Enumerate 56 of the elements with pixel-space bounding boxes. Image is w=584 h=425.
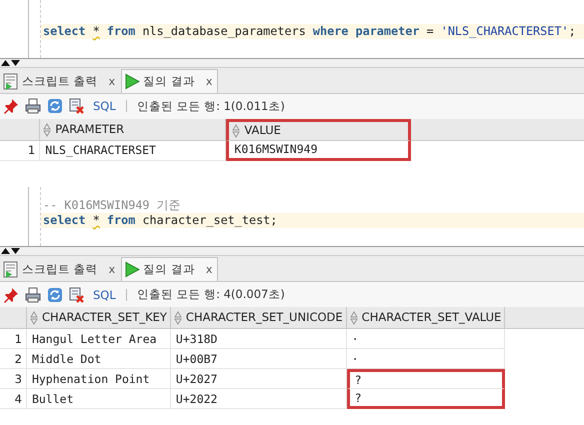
- close-tab-button[interactable]: x: [206, 74, 212, 88]
- pin-icon[interactable]: [3, 98, 19, 114]
- collapse-arrows-icon[interactable]: [1, 60, 20, 66]
- document-play-icon: [3, 72, 19, 90]
- printer-icon[interactable]: [25, 286, 41, 302]
- column-header[interactable]: PARAMETER: [40, 118, 226, 141]
- column-header[interactable]: CHARACTER_SET_VALUE: [346, 307, 506, 329]
- table-cell: ·: [346, 349, 506, 369]
- close-tab-button[interactable]: x: [108, 74, 116, 88]
- table-cell: ·: [346, 329, 506, 349]
- table-cell: U+2027: [170, 369, 347, 389]
- printer-icon[interactable]: [25, 98, 41, 114]
- collapse-arrows-icon[interactable]: [1, 248, 20, 254]
- row-number: 4: [0, 389, 27, 409]
- refresh-icon[interactable]: [47, 98, 63, 114]
- column-header[interactable]: CHARACTER_SET_KEY: [26, 307, 171, 329]
- table-cell: Bullet: [26, 389, 171, 409]
- table-cell: U+318D: [170, 329, 347, 349]
- table-cell: K016MSWIN949: [226, 140, 412, 161]
- pin-icon[interactable]: [3, 286, 19, 302]
- delete-icon[interactable]: [69, 98, 85, 114]
- delete-icon[interactable]: [69, 286, 85, 302]
- close-tab-button[interactable]: x: [108, 263, 116, 276]
- row-number: 2: [0, 349, 27, 369]
- table-cell: NLS_CHARACTERSET: [40, 140, 226, 161]
- table-cell: Middle Dot: [26, 349, 171, 369]
- fetch-status-text: 인출된 모든 행: 4(0.007초): [136, 287, 285, 302]
- row-number: 3: [0, 369, 27, 389]
- sort-arrows-icon: [174, 310, 182, 325]
- table-cell: ?: [346, 389, 506, 409]
- document-play-icon: [3, 261, 19, 278]
- result-tab[interactable]: 스크립트 출력 x: [0, 257, 122, 281]
- table-cell: U+2022: [170, 389, 347, 409]
- row-number: 1: [0, 329, 27, 349]
- table-cell: Hyphenation Point: [26, 369, 171, 389]
- result-tab[interactable]: 질의 결과 x: [121, 257, 218, 281]
- close-tab-button[interactable]: x: [206, 263, 212, 276]
- column-header[interactable]: VALUE: [226, 118, 412, 141]
- play-icon: [124, 72, 140, 90]
- sort-arrows-icon: [232, 124, 240, 138]
- code-line: -- K016MSWIN949 기준: [42, 198, 182, 213]
- result-tab[interactable]: 스크립트 출력 x: [0, 68, 122, 93]
- table-cell: U+00B7: [170, 349, 347, 369]
- row-number: 1: [0, 140, 40, 161]
- result-tab[interactable]: 질의 결과 x: [121, 68, 218, 93]
- column-header[interactable]: CHARACTER_SET_UNICODE: [170, 307, 347, 329]
- fetch-status-text: 인출된 모든 행: 1(0.011초): [136, 98, 285, 114]
- sort-arrows-icon: [30, 310, 38, 325]
- table-cell: ?: [346, 369, 506, 389]
- play-icon: [124, 261, 140, 278]
- sort-arrows-icon: [43, 122, 52, 136]
- sql-link[interactable]: SQL: [93, 99, 116, 114]
- sql-link[interactable]: SQL: [93, 288, 116, 302]
- sort-arrows-icon: [350, 310, 358, 325]
- table-cell: Hangul Letter Area: [26, 329, 171, 349]
- refresh-icon[interactable]: [47, 286, 63, 302]
